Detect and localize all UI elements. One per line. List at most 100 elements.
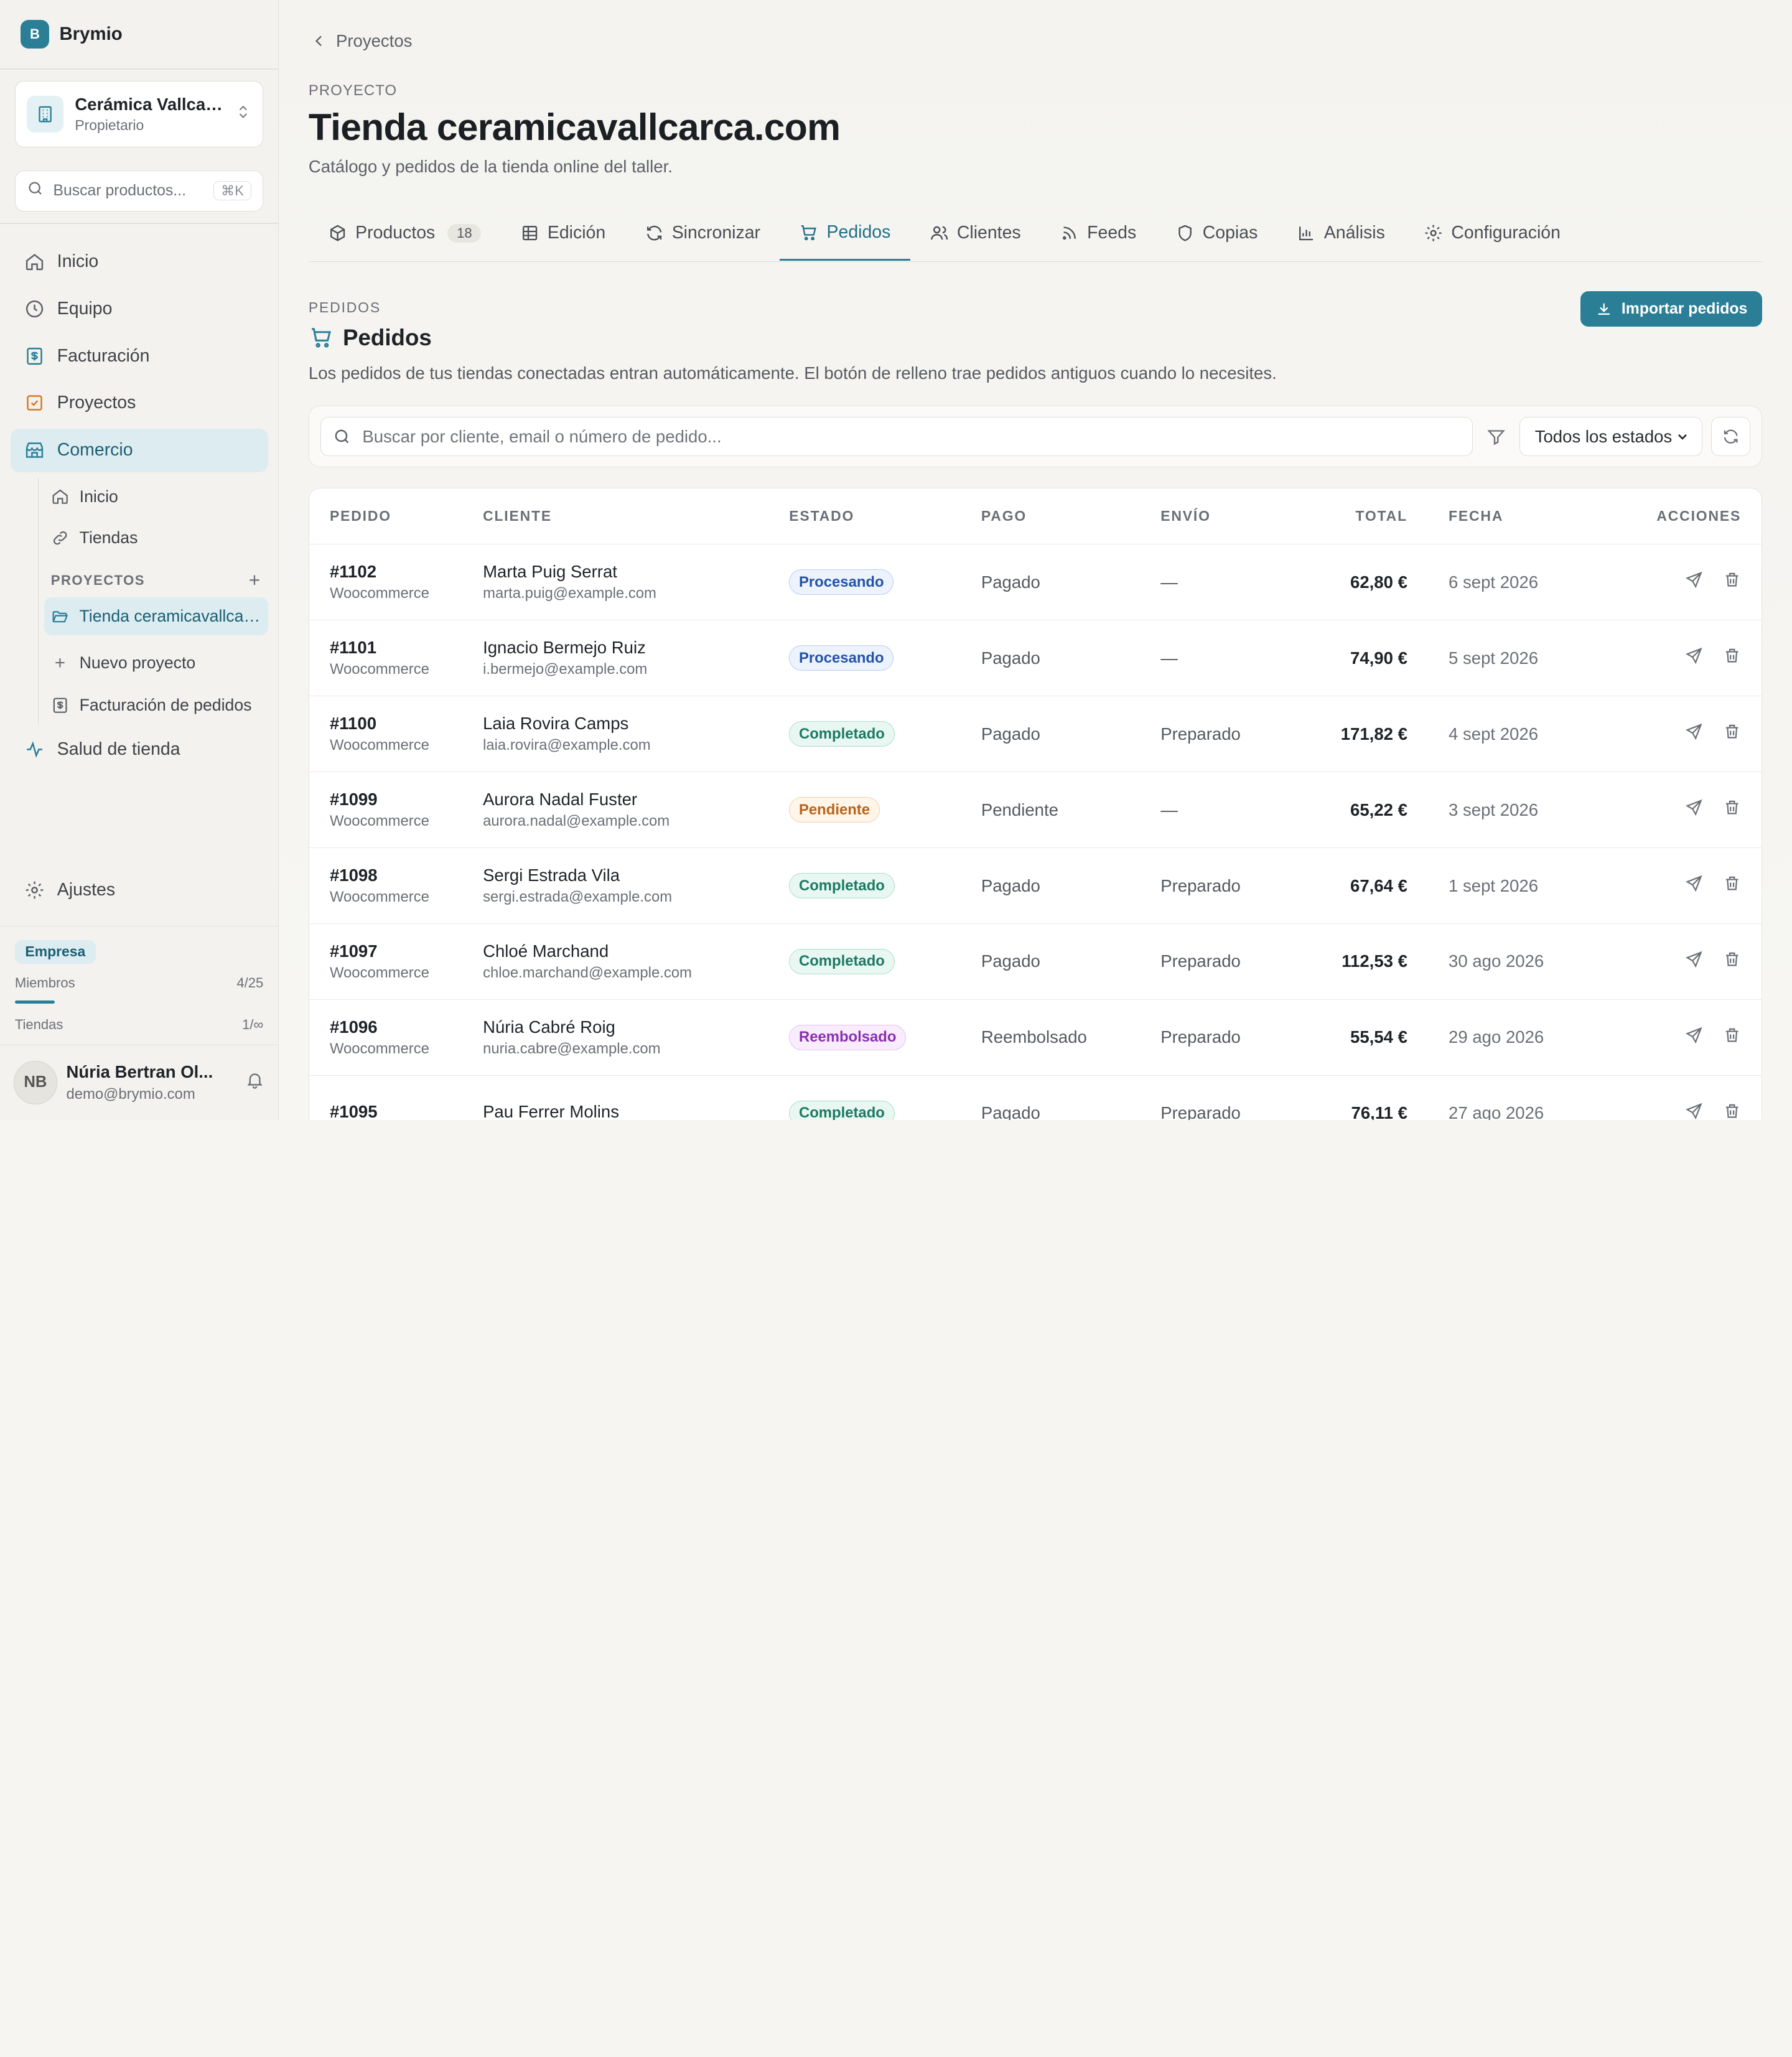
customer-email: aurora.nadal@example.com	[483, 813, 670, 830]
refresh-icon	[1724, 429, 1738, 444]
tab-configuracion[interactable]: Configuración	[1404, 206, 1580, 261]
org-switcher[interactable]: Cerámica Vallcar... Propietario	[14, 81, 264, 147]
back-link[interactable]: Proyectos	[311, 31, 412, 51]
subitem-tienda-project[interactable]: Tienda ceramicavallcar...	[44, 597, 268, 635]
sidebar-item-equipo[interactable]: Equipo	[11, 287, 268, 330]
send-icon[interactable]	[1685, 722, 1703, 745]
table-row[interactable]: #1100 Woocommerce Laia Rovira Camps laia…	[309, 696, 1762, 773]
table-row[interactable]: #1102 Woocommerce Marta Puig Serrat mart…	[309, 544, 1762, 621]
table-row[interactable]: #1095 Pau Ferrer Molins Completado Pagad…	[309, 1076, 1762, 1120]
user-panel[interactable]: NB Núria Bertran Ol... demo@brymio.com	[0, 1044, 279, 1120]
status-filter-select[interactable]: Todos los estados	[1519, 417, 1702, 456]
orders-search-input[interactable]	[362, 426, 1461, 447]
subitem-nuevo-proyecto[interactable]: + Nuevo proyecto	[44, 644, 268, 682]
sidebar-search[interactable]: Buscar productos... ⌘K	[14, 170, 264, 212]
col-header-total[interactable]: TOTAL	[1286, 508, 1407, 525]
trash-icon[interactable]	[1723, 1026, 1741, 1049]
tab-feeds[interactable]: Feeds	[1040, 206, 1156, 261]
trash-icon[interactable]	[1723, 874, 1741, 897]
trash-icon[interactable]	[1723, 571, 1741, 594]
customer-email: marta.puig@example.com	[483, 585, 656, 602]
rss-icon	[1063, 226, 1076, 240]
sidebar-item-label: Proyectos	[57, 393, 136, 413]
trash-icon[interactable]	[1723, 646, 1741, 669]
col-header-fecha[interactable]: FECHA	[1407, 508, 1564, 525]
col-header-estado[interactable]: ESTADO	[789, 508, 981, 525]
sidebar-item-label: Facturación	[57, 345, 150, 366]
tab-edicion[interactable]: Edición	[501, 206, 625, 261]
filter-icon[interactable]	[1482, 427, 1510, 446]
send-icon[interactable]	[1685, 950, 1703, 973]
send-icon[interactable]	[1685, 646, 1703, 669]
tab-copias[interactable]: Copias	[1155, 206, 1277, 261]
folder-open-icon	[52, 610, 68, 622]
tab-clientes[interactable]: Clientes	[910, 206, 1040, 261]
col-header-envio[interactable]: ENVÍO	[1160, 508, 1286, 525]
plan-members-row: Miembros 4/25	[15, 975, 263, 991]
col-header-pago[interactable]: PAGO	[981, 508, 1160, 525]
send-icon[interactable]	[1685, 571, 1703, 594]
tab-productos[interactable]: Productos 18	[309, 206, 501, 261]
sidebar-item-facturacion[interactable]: Facturación	[11, 334, 268, 378]
order-id: #1098	[329, 865, 378, 885]
table-row[interactable]: #1097 Woocommerce Chloé Marchand chloe.m…	[309, 924, 1762, 1000]
refresh-button[interactable]	[1711, 417, 1750, 456]
tab-sincronizar[interactable]: Sincronizar	[625, 206, 780, 261]
subitem-tiendas[interactable]: Tiendas	[44, 519, 268, 557]
trash-icon[interactable]	[1723, 950, 1741, 973]
send-icon[interactable]	[1685, 1102, 1703, 1120]
orders-search[interactable]	[320, 417, 1473, 456]
bell-icon[interactable]	[245, 1070, 264, 1094]
trash-icon[interactable]	[1723, 722, 1741, 745]
trash-icon[interactable]	[1723, 1102, 1741, 1120]
sidebar-item-ajustes[interactable]: Ajustes	[11, 869, 268, 912]
tab-analisis[interactable]: Análisis	[1277, 206, 1405, 261]
payment-status: Pagado	[981, 951, 1040, 971]
table-row[interactable]: #1099 Woocommerce Aurora Nadal Fuster au…	[309, 772, 1762, 849]
trash-icon[interactable]	[1723, 798, 1741, 821]
brand[interactable]: B Brymio	[0, 0, 278, 68]
plus-icon: +	[54, 652, 66, 673]
brand-logo: B	[21, 20, 49, 49]
import-orders-button[interactable]: Importar pedidos	[1580, 291, 1763, 327]
send-icon[interactable]	[1685, 874, 1703, 897]
status-badge: Completado	[789, 721, 895, 747]
subitem-label: Nuevo proyecto	[79, 653, 196, 673]
send-icon[interactable]	[1685, 1026, 1703, 1049]
col-header-cliente[interactable]: CLIENTE	[483, 508, 789, 525]
section-description: Los pedidos de tus tiendas conectadas en…	[308, 363, 1277, 383]
add-project-icon[interactable]: +	[249, 569, 261, 592]
order-id: #1099	[329, 789, 378, 809]
tab-label: Productos	[355, 223, 436, 243]
status-badge: Pendiente	[789, 797, 880, 823]
order-source: Woocommerce	[329, 661, 429, 678]
subitem-inicio[interactable]: Inicio	[44, 478, 268, 516]
table-icon	[522, 226, 537, 241]
sidebar-item-label: Comercio	[57, 440, 133, 460]
chevron-left-icon	[315, 35, 322, 46]
status-badge: Procesando	[789, 645, 894, 671]
sidebar-item-proyectos[interactable]: Proyectos	[11, 381, 268, 425]
tab-pedidos[interactable]: Pedidos	[780, 206, 910, 261]
subitem-label: Tienda ceramicavallcar...	[79, 606, 261, 625]
sidebar-item-inicio[interactable]: Inicio	[11, 240, 268, 284]
customer-name: Ignacio Bermejo Ruiz	[483, 637, 646, 657]
sidebar-item-salud[interactable]: Salud de tienda	[11, 727, 268, 771]
order-date: 5 sept 2026	[1449, 648, 1539, 668]
subitem-facturacion-pedidos[interactable]: Facturación de pedidos	[44, 686, 268, 724]
table-row[interactable]: #1101 Woocommerce Ignacio Bermejo Ruiz i…	[309, 620, 1762, 697]
table-row[interactable]: #1096 Woocommerce Núria Cabré Roig nuria…	[309, 1000, 1762, 1076]
payment-status: Pagado	[981, 1103, 1040, 1120]
payment-status: Reembolsado	[981, 1027, 1087, 1047]
sidebar-item-comercio[interactable]: Comercio	[10, 428, 268, 472]
send-icon[interactable]	[1685, 798, 1703, 821]
tab-label: Copias	[1202, 223, 1258, 243]
col-header-pedido[interactable]: PEDIDO	[309, 508, 483, 525]
table-row[interactable]: #1098 Woocommerce Sergi Estrada Vila ser…	[309, 848, 1762, 925]
order-date: 4 sept 2026	[1449, 724, 1539, 744]
order-source: Woocommerce	[329, 964, 429, 982]
order-id: #1096	[329, 1017, 378, 1037]
divider	[0, 223, 279, 224]
sidebar-item-label: Salud de tienda	[57, 739, 180, 759]
customer-name: Sergi Estrada Vila	[483, 865, 620, 885]
